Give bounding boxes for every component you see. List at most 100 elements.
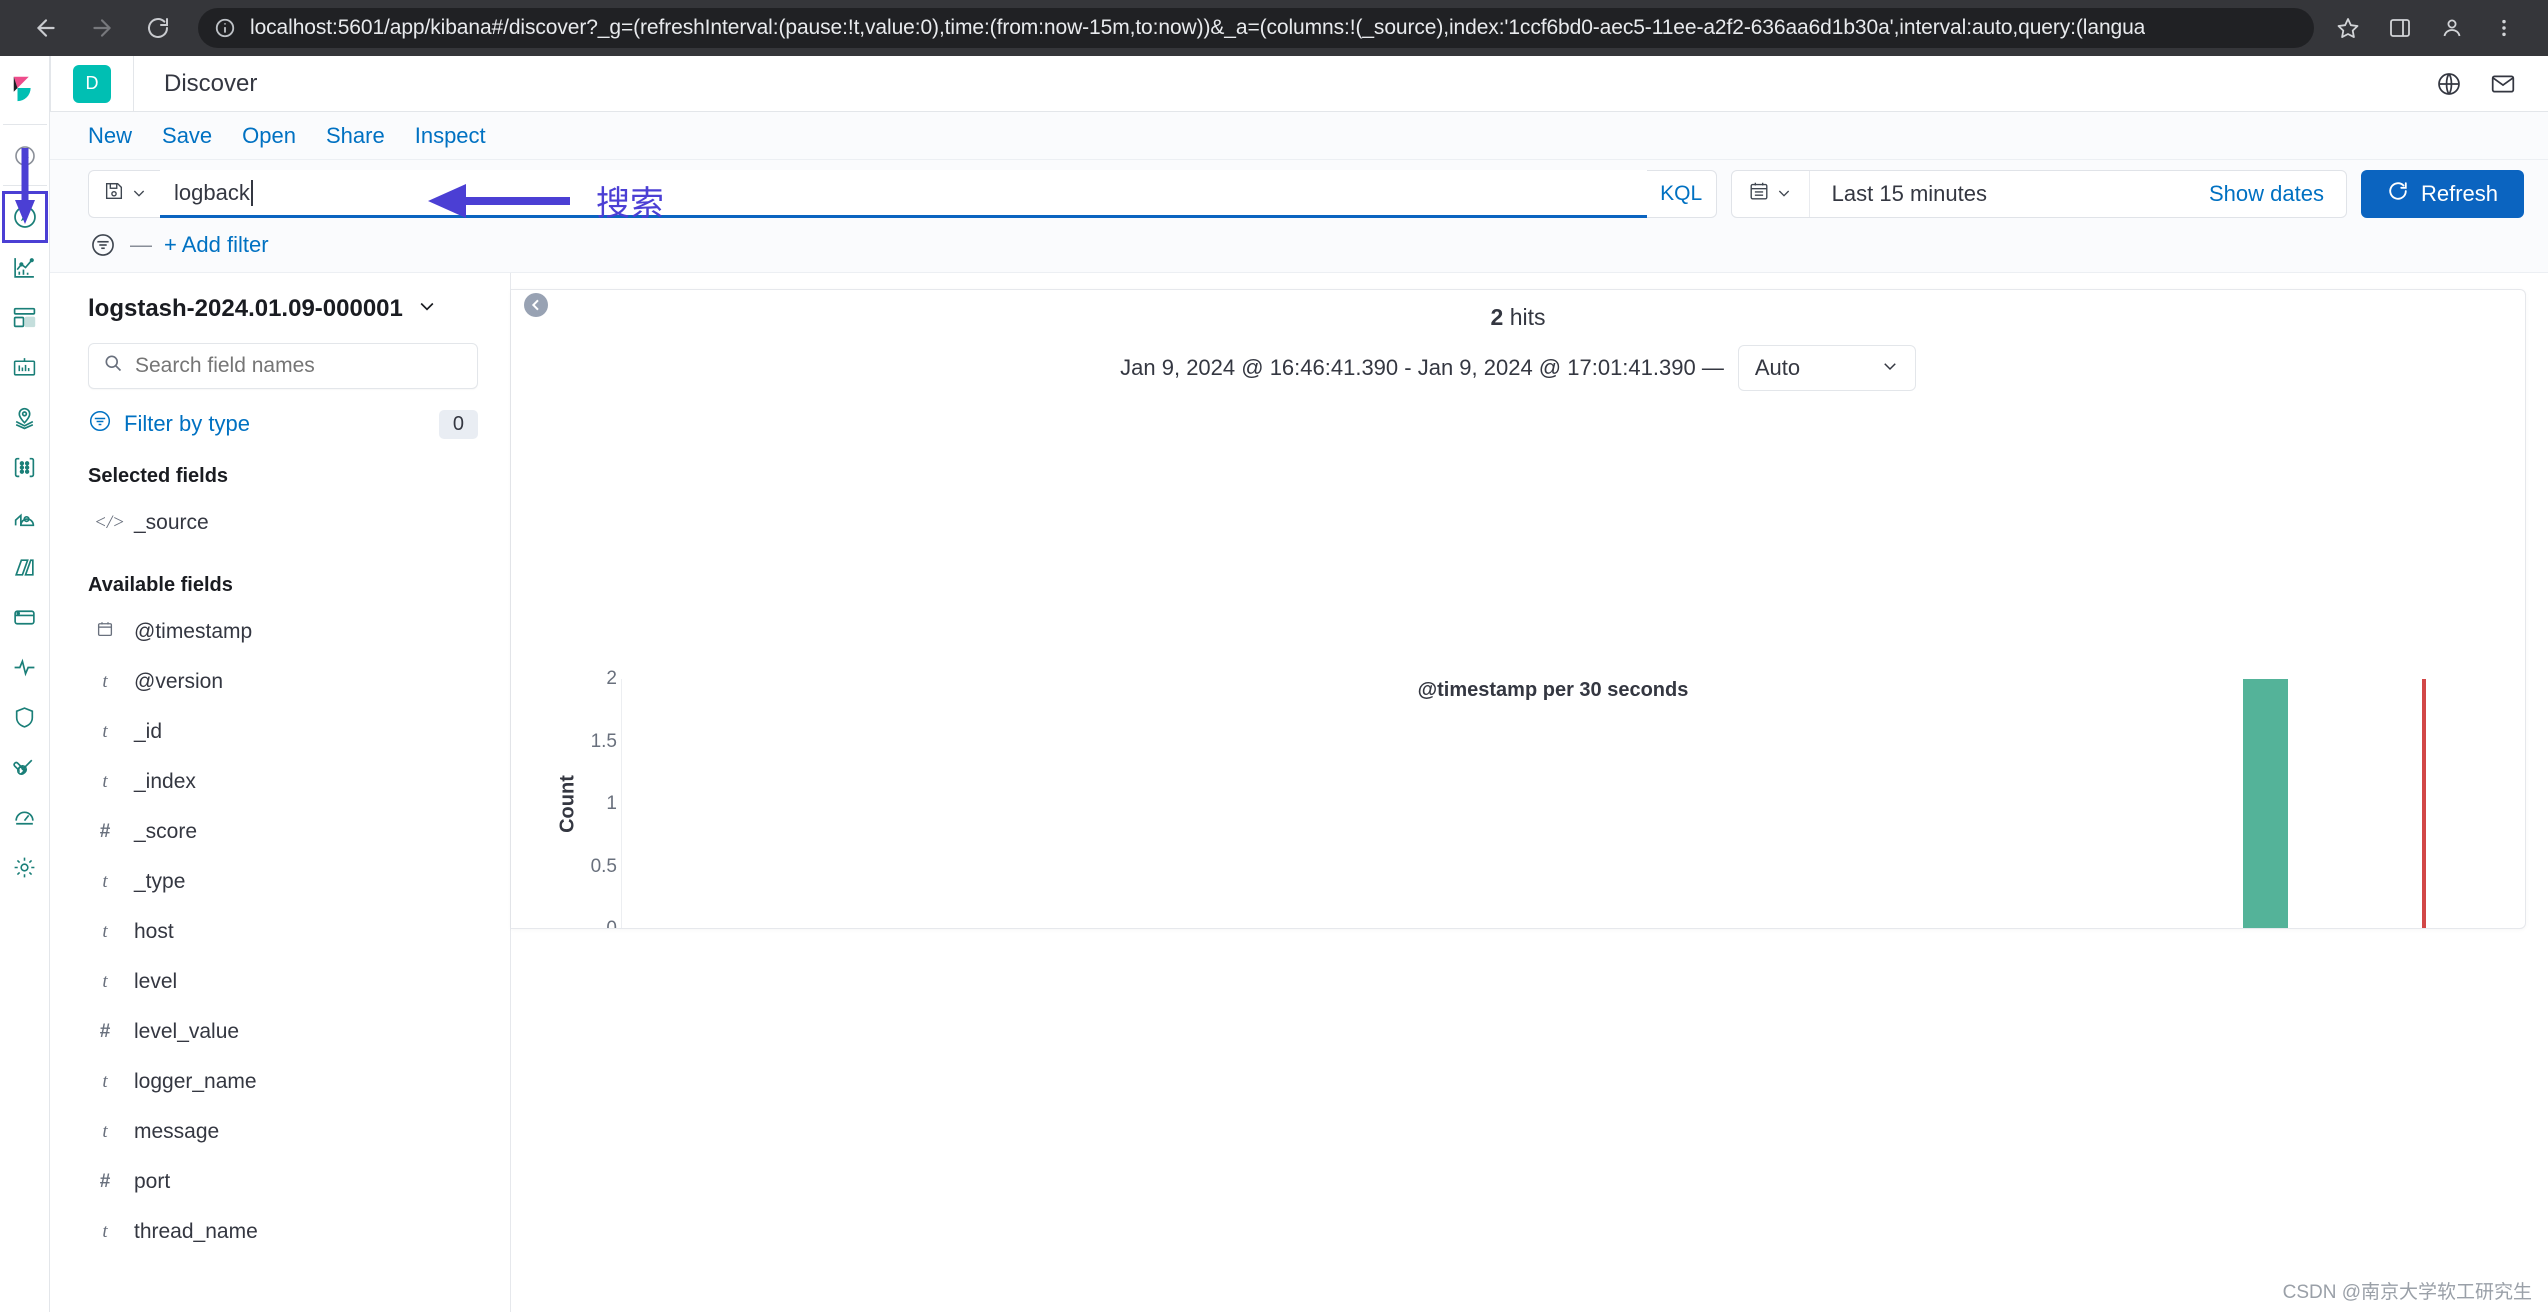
field-row-level-value[interactable]: # level_value bbox=[88, 1007, 478, 1057]
sidebar-item-logs[interactable] bbox=[3, 542, 47, 592]
app-badge[interactable]: D bbox=[73, 64, 111, 103]
field-row-logger-name[interactable]: t logger_name bbox=[88, 1057, 478, 1107]
sidebar-item-machine-learning[interactable] bbox=[3, 442, 47, 492]
sidebar-item-dashboard[interactable] bbox=[3, 292, 47, 342]
profile-icon[interactable] bbox=[2426, 2, 2478, 54]
field-panel: logstash-2024.01.09-000001 Filter by bbox=[50, 273, 500, 1312]
forward-button[interactable] bbox=[74, 0, 130, 56]
date-range-label[interactable]: Last 15 minutes bbox=[1810, 171, 2009, 217]
histogram-bar[interactable] bbox=[2242, 679, 2288, 928]
header-divider-left bbox=[50, 55, 51, 112]
field-row-port[interactable]: # port bbox=[88, 1157, 478, 1207]
bookmark-star-icon[interactable] bbox=[2322, 2, 2374, 54]
address-bar[interactable]: localhost:5601/app/kibana#/discover?_g=(… bbox=[198, 8, 2314, 48]
filter-by-type-row[interactable]: Filter by type 0 bbox=[88, 409, 478, 439]
sidebar-item-dev-tools[interactable] bbox=[3, 742, 47, 792]
help-icon[interactable] bbox=[2426, 61, 2472, 107]
collapse-sidebar-button[interactable] bbox=[524, 293, 548, 317]
time-range-line: Jan 9, 2024 @ 16:46:41.390 - Jan 9, 2024… bbox=[511, 345, 2525, 391]
y-tick: 1 bbox=[606, 793, 617, 814]
date-quick-select-button[interactable] bbox=[1732, 171, 1810, 217]
elastic-logo-icon[interactable] bbox=[1, 62, 49, 114]
field-row-id[interactable]: t _id bbox=[88, 707, 478, 757]
topnav-share[interactable]: Share bbox=[326, 123, 385, 149]
code-type-icon: </> bbox=[94, 512, 125, 533]
number-type-icon: # bbox=[99, 1171, 111, 1192]
refresh-label: Refresh bbox=[2420, 181, 2498, 206]
string-type-icon: t bbox=[102, 671, 108, 692]
sidebar-item-siem[interactable] bbox=[3, 692, 47, 742]
field-row-index[interactable]: t _index bbox=[88, 757, 478, 807]
field-name-label: level_value bbox=[134, 1020, 240, 1043]
back-button[interactable] bbox=[18, 0, 74, 56]
annotation-arrow-left-icon bbox=[428, 183, 570, 218]
calendar-type-icon bbox=[94, 620, 116, 644]
y-tick: 0.5 bbox=[590, 855, 617, 877]
show-dates-button[interactable]: Show dates bbox=[2009, 171, 2346, 217]
sidebar-item-maps[interactable] bbox=[3, 392, 47, 442]
hits-line: 2 hits bbox=[511, 304, 2525, 331]
kibana-main: D Discover New Save Open Share Inspect l… bbox=[50, 55, 2548, 1312]
topnav-save[interactable]: Save bbox=[162, 123, 212, 149]
saved-query-button[interactable] bbox=[88, 170, 160, 218]
mail-icon[interactable] bbox=[2480, 61, 2526, 107]
filter-by-type-count: 0 bbox=[438, 409, 478, 439]
add-filter-button[interactable]: + Add filter bbox=[164, 232, 269, 258]
filter-options-icon[interactable] bbox=[88, 230, 118, 260]
query-language-button[interactable]: KQL bbox=[1646, 170, 1717, 218]
selected-fields-title: Selected fields bbox=[88, 465, 229, 487]
number-type-icon: # bbox=[99, 821, 111, 842]
search-input-value: logback bbox=[174, 179, 250, 205]
kebab-menu-icon[interactable] bbox=[2478, 2, 2530, 54]
field-row-thread-name[interactable]: t thread_name bbox=[88, 1207, 478, 1257]
field-search-box[interactable] bbox=[88, 343, 478, 389]
header-divider-right bbox=[133, 55, 134, 112]
field-name-label: logger_name bbox=[134, 1070, 257, 1093]
search-input[interactable]: logback 搜索 bbox=[160, 170, 1647, 224]
interval-select[interactable]: Auto bbox=[1737, 345, 1916, 391]
sidebar-item-canvas[interactable] bbox=[3, 342, 47, 392]
annotation-text: 搜索 bbox=[596, 184, 664, 224]
header-actions bbox=[2426, 61, 2548, 107]
side-panel-icon[interactable] bbox=[2374, 2, 2426, 54]
field-row-timestamp[interactable]: @timestamp bbox=[88, 607, 478, 657]
field-row-level[interactable]: t level bbox=[88, 957, 478, 1007]
topnav-new[interactable]: New bbox=[88, 123, 132, 149]
site-info-icon[interactable] bbox=[214, 17, 236, 39]
refresh-button[interactable]: Refresh bbox=[2360, 170, 2524, 218]
hits-label: hits bbox=[1509, 304, 1546, 330]
field-row-type[interactable]: t _type bbox=[88, 857, 478, 907]
sidebar-item-apm[interactable] bbox=[3, 592, 47, 642]
field-row-version[interactable]: t @version bbox=[88, 657, 478, 707]
sidebar-item-discover[interactable] bbox=[1, 191, 48, 243]
sidebar-item-recently-viewed[interactable] bbox=[3, 131, 47, 181]
refresh-icon bbox=[2387, 180, 2409, 208]
field-name-label: _score bbox=[134, 820, 198, 843]
chevron-down-icon bbox=[1776, 181, 1792, 207]
results-panel: 2 hits Jan 9, 2024 @ 16:46:41.390 - Jan … bbox=[511, 289, 2526, 929]
calendar-icon bbox=[1748, 180, 1770, 208]
sidebar-item-monitoring[interactable] bbox=[3, 792, 47, 842]
field-row-message[interactable]: t message bbox=[88, 1107, 478, 1157]
plot-area[interactable] bbox=[621, 679, 2485, 928]
field-row-score[interactable]: # _score bbox=[88, 807, 478, 857]
string-type-icon: t bbox=[102, 871, 108, 892]
field-row-source[interactable]: </> _source bbox=[88, 498, 478, 548]
sidebar-item-management[interactable] bbox=[3, 842, 47, 892]
available-fields-title: Available fields bbox=[88, 574, 233, 596]
nav-divider bbox=[2, 124, 47, 125]
search-field-names-input[interactable] bbox=[135, 354, 463, 378]
sidebar-item-uptime[interactable] bbox=[3, 642, 47, 692]
reload-button[interactable] bbox=[130, 0, 186, 56]
field-row-host[interactable]: t host bbox=[88, 907, 478, 957]
index-pattern-selector[interactable]: logstash-2024.01.09-000001 bbox=[88, 295, 478, 323]
sidebar-item-visualize[interactable] bbox=[3, 242, 47, 292]
topnav-inspect[interactable]: Inspect bbox=[415, 123, 486, 149]
y-axis-ticks: 0 0.5 1 1.5 2 bbox=[575, 668, 617, 928]
query-bar: logback 搜索 KQL Last 15 minutes Show date… bbox=[50, 160, 2548, 224]
histogram-marker-bar[interactable] bbox=[2421, 679, 2426, 928]
sidebar-item-infrastructure[interactable] bbox=[3, 492, 47, 542]
number-type-icon: # bbox=[99, 1021, 111, 1042]
topnav-open[interactable]: Open bbox=[242, 123, 296, 149]
string-type-icon: t bbox=[102, 971, 108, 992]
